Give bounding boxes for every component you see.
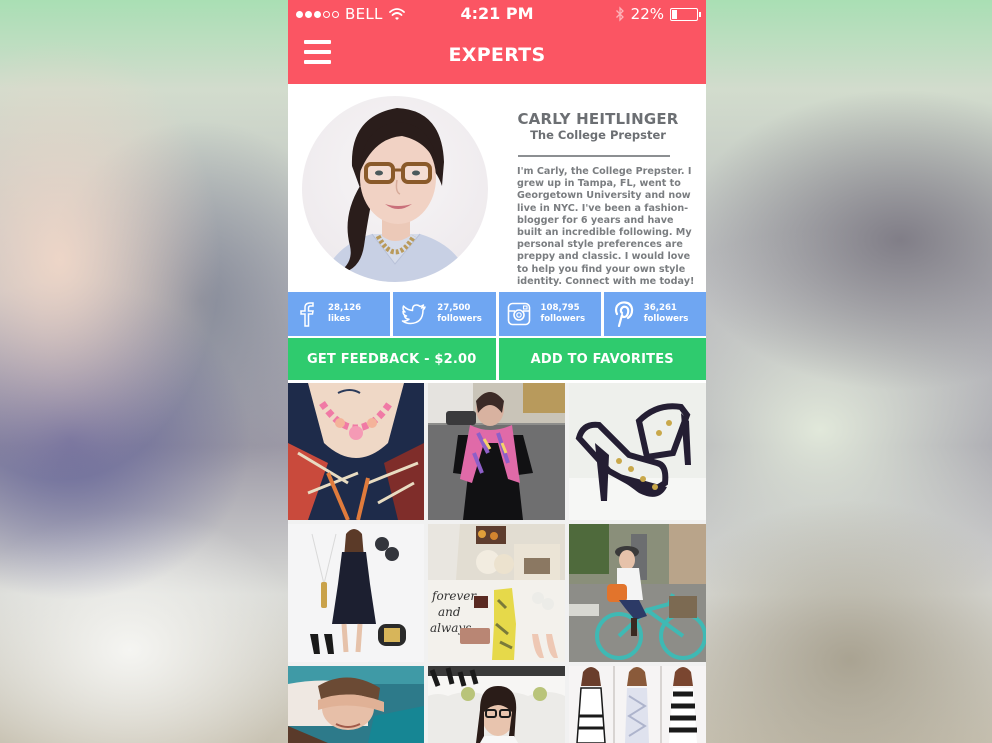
avatar-portrait <box>322 108 470 282</box>
gallery-photo[interactable] <box>288 666 424 743</box>
pinterest-count: 36,261 <box>643 303 677 313</box>
social-instagram[interactable]: 108,795 followers <box>498 292 601 336</box>
gallery-photo[interactable] <box>569 666 706 743</box>
get-feedback-button[interactable]: GET FEEDBACK - $2.00 <box>288 338 496 380</box>
facebook-unit: likes <box>328 314 351 324</box>
divider <box>518 155 670 157</box>
photo-forever-always-collage: forever and always <box>428 524 565 662</box>
status-time: 4:21 PM <box>460 4 534 23</box>
social-pinterest[interactable]: 36,261 followers <box>603 292 706 336</box>
pinterest-icon <box>614 301 633 327</box>
expert-profile: CARLY HEITLINGER The College Prepster I'… <box>288 84 706 292</box>
blurred-background-right <box>706 0 992 743</box>
expert-name: CARLY HEITLINGER <box>517 110 679 128</box>
twitter-icon <box>402 304 426 325</box>
social-stats-bar: 28,126 likes 27,500 followers 108,795 fo… <box>288 292 706 336</box>
photo-three-models <box>569 666 706 743</box>
pinterest-unit: followers <box>643 314 689 324</box>
gallery-photo[interactable] <box>428 383 565 520</box>
battery-icon <box>670 7 701 21</box>
gallery-photo[interactable] <box>569 524 706 662</box>
bluetooth-icon <box>615 6 624 22</box>
page-title: EXPERTS <box>448 44 546 66</box>
photo-bicycle <box>569 524 706 662</box>
avatar <box>302 96 488 282</box>
status-right: 22% <box>615 5 701 23</box>
twitter-unit: followers <box>437 314 482 324</box>
facebook-icon <box>300 302 314 327</box>
twitter-count: 27,500 <box>437 303 471 313</box>
action-buttons: GET FEEDBACK - $2.00 ADD TO FAVORITES <box>288 338 706 380</box>
photo-necklace <box>288 383 424 520</box>
photo-covering-eyes <box>288 666 424 743</box>
social-facebook[interactable]: 28,126 likes <box>288 292 391 336</box>
photo-gallery: forever and always <box>288 383 706 743</box>
gallery-photo[interactable] <box>569 383 706 520</box>
photo-sandals <box>569 383 706 520</box>
svg-text:forever: forever <box>431 589 477 603</box>
instagram-count: 108,795 <box>540 303 580 313</box>
battery-percent: 22% <box>630 5 664 23</box>
app-header: BELL 4:21 PM 22% EXPERTS <box>288 0 706 84</box>
battery-nub <box>699 11 701 17</box>
gallery-photo[interactable] <box>428 666 565 743</box>
svg-text:and: and <box>438 605 461 619</box>
social-twitter[interactable]: 27,500 followers <box>393 292 496 336</box>
instagram-unit: followers <box>540 314 586 324</box>
battery-fill <box>672 9 677 19</box>
blurred-background-left <box>0 0 288 743</box>
facebook-count: 28,126 <box>328 303 362 313</box>
expert-subtitle: The College Prepster <box>530 128 666 142</box>
photo-navy-dress-outfit <box>288 524 424 662</box>
instagram-icon <box>507 302 530 326</box>
gallery-photo[interactable] <box>288 524 424 662</box>
photo-dessert-table <box>428 666 565 743</box>
status-bar: BELL 4:21 PM 22% <box>288 0 706 28</box>
expert-bio: I'm Carly, the College Prepster. I grew … <box>517 166 695 287</box>
phone-screen: BELL 4:21 PM 22% EXPERTS CARLY HEITLINGE… <box>288 0 706 743</box>
gallery-photo[interactable] <box>288 383 424 520</box>
photo-street-scarf <box>428 383 565 520</box>
add-to-favorites-button[interactable]: ADD TO FAVORITES <box>498 338 706 380</box>
gallery-photo[interactable]: forever and always <box>428 524 565 662</box>
